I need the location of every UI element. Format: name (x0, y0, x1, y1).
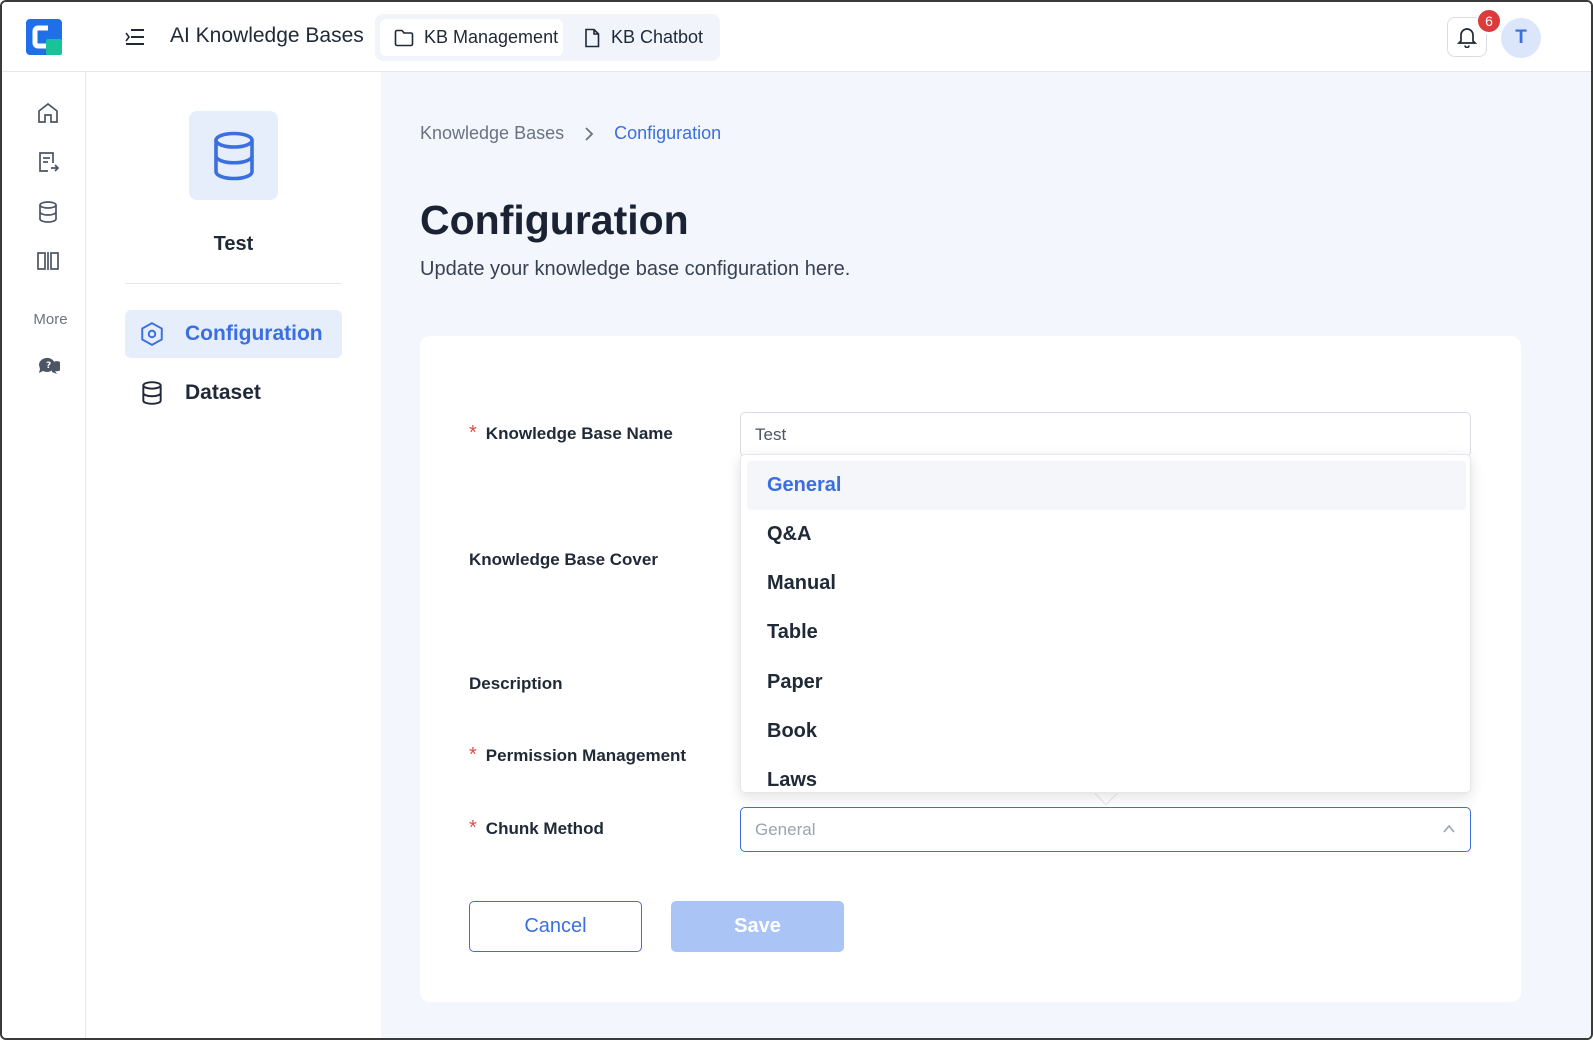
sidebar-item-label: Configuration (185, 322, 323, 345)
app-title: AI Knowledge Bases (170, 24, 364, 47)
database-icon (142, 381, 162, 405)
tab-kb-chatbot[interactable]: KB Chatbot (569, 19, 714, 56)
file-icon (585, 28, 600, 47)
tab-label: KB Chatbot (611, 27, 704, 47)
tab-group: KB Management KB Chatbot (375, 14, 720, 61)
rail-more-label: More (33, 311, 68, 328)
dropdown-option[interactable]: Book (747, 707, 1466, 756)
kb-cover-image (189, 111, 278, 200)
sidebar-item-dataset[interactable]: Dataset (125, 369, 342, 417)
left-rail: More ? (2, 72, 86, 1038)
tab-kb-management[interactable]: KB Management (380, 19, 563, 56)
app-window: AI Knowledge Bases KB Management KB Chat… (0, 0, 1593, 1040)
required-mark: * (469, 817, 477, 839)
document-export-icon[interactable] (35, 149, 61, 175)
folder-icon (394, 29, 414, 46)
kb-cover-label: Knowledge Base Cover (469, 550, 658, 569)
kb-name: Test (213, 233, 254, 255)
breadcrumb: Knowledge Bases Configuration (420, 123, 721, 144)
compare-icon[interactable] (35, 248, 61, 274)
sidebar-item-configuration[interactable]: Configuration (125, 310, 342, 358)
database-icon (213, 131, 254, 180)
svg-text:?: ? (46, 361, 51, 371)
permission-label: * Permission Management (469, 744, 687, 766)
required-mark: * (469, 744, 477, 766)
sidebar-item-label: Dataset (185, 381, 261, 404)
dropdown-option[interactable]: General (747, 461, 1466, 510)
user-avatar[interactable]: T (1501, 18, 1541, 58)
chunk-method-select[interactable]: General (740, 807, 1471, 852)
breadcrumb-knowledge-bases[interactable]: Knowledge Bases (420, 123, 564, 144)
page-subtitle: Update your knowledge base configuration… (420, 258, 851, 280)
dropdown-option[interactable]: Manual (747, 559, 1466, 608)
required-mark: * (469, 422, 477, 444)
chunk-method-value: General (755, 819, 816, 839)
description-label: Description (469, 674, 563, 693)
dropdown-option[interactable]: Q&A (747, 510, 1466, 559)
help-chat-icon[interactable]: ? (35, 352, 61, 378)
sidebar-divider (125, 283, 342, 284)
breadcrumb-configuration: Configuration (614, 123, 722, 143)
page-title: Configuration (420, 197, 689, 243)
menu-toggle-icon[interactable] (124, 27, 146, 47)
cancel-button[interactable]: Cancel (469, 901, 642, 952)
chevron-up-icon (1443, 824, 1455, 833)
app-logo-icon[interactable] (26, 19, 62, 55)
chevron-right-icon (584, 126, 594, 142)
kb-name-label: * Knowledge Base Name (469, 422, 673, 444)
chunk-method-label: * Chunk Method (469, 817, 604, 839)
dropdown-option[interactable]: Laws (747, 756, 1466, 792)
top-bar: AI Knowledge Bases KB Management KB Chat… (2, 2, 1591, 72)
bell-icon (1457, 28, 1477, 48)
kb-name-input[interactable]: Test (740, 412, 1471, 457)
database-icon[interactable] (35, 199, 61, 225)
home-icon[interactable] (35, 100, 61, 126)
dropdown-option[interactable]: Table (747, 608, 1466, 657)
chunk-method-dropdown: General Q&A Manual Table Paper Book Laws (740, 454, 1471, 793)
kb-sidebar: Test Configuration Dataset (86, 72, 381, 1038)
save-button[interactable]: Save (671, 901, 844, 952)
dropdown-option[interactable]: Paper (747, 658, 1466, 707)
notification-badge: 6 (1476, 8, 1502, 34)
tab-label: KB Management (424, 27, 559, 47)
gear-hex-icon (141, 322, 163, 346)
